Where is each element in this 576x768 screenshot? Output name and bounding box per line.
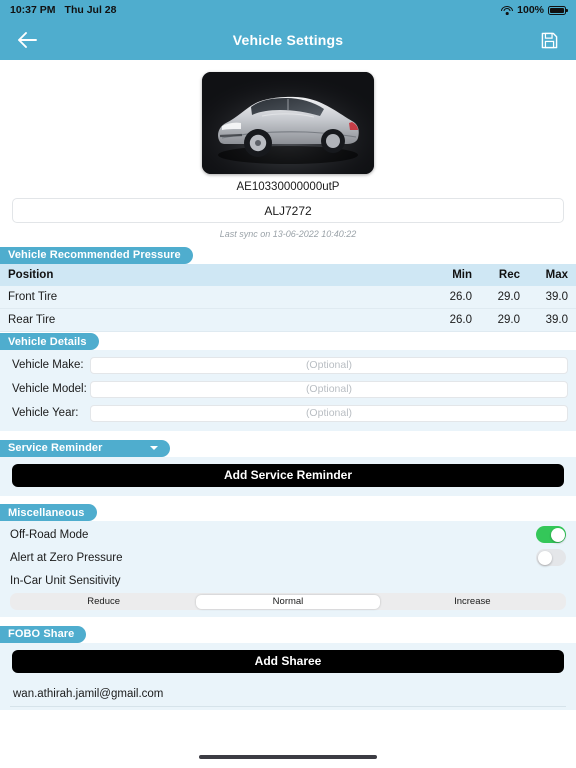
sharee-list: wan.athirah.jamil@gmail.com jkwong@salut… [0,681,576,711]
label-vehicle-year: Vehicle Year: [12,407,79,419]
status-bar-left: 10:37 PM Thu Jul 28 [10,4,116,16]
sensitivity-control-wrapper: Reduce Normal Increase [0,592,576,617]
back-arrow-icon[interactable] [14,27,40,53]
table-row[interactable]: Rear Tire 26.0 29.0 39.0 [0,308,576,331]
field-row-vehicle-make: Vehicle Make: [6,355,570,375]
label-vehicle-model: Vehicle Model: [12,383,87,395]
row-off-road-mode: Off-Road Mode [0,523,576,546]
section-title-service-reminder: Service Reminder [8,442,103,454]
add-service-reminder-button[interactable]: Add Service Reminder [12,463,564,487]
field-row-vehicle-model: Vehicle Model: [6,379,570,399]
column-header-max: Max [528,263,576,286]
page-title: Vehicle Settings [232,32,344,48]
service-reminder-body: Add Service Reminder [0,456,576,496]
cell-rec: 29.0 [497,313,520,326]
segment-normal[interactable]: Normal [195,594,381,609]
settings-scroll-area[interactable]: AE10330000000utP Last sync on 13-06-2022… [0,60,576,710]
vehicle-model-input[interactable] [90,380,568,398]
home-indicator-area [0,710,576,768]
nav-bar: Vehicle Settings [0,20,576,60]
vehicle-make-input[interactable] [90,356,568,374]
miscellaneous-section: Miscellaneous Off-Road Mode Alert at Zer… [0,503,576,617]
battery-full-icon [548,5,568,15]
last-sync-label: Last sync on 13-06-2022 10:40:22 [219,229,357,239]
list-item[interactable]: wan.athirah.jamil@gmail.com [10,682,566,707]
column-header-position: Position [0,263,432,286]
field-row-vehicle-year: Vehicle Year: [6,403,570,423]
device-id-label: AE10330000000utP [236,181,340,193]
vehicle-plate-input[interactable] [12,198,564,223]
status-date: Thu Jul 28 [64,4,117,16]
table-header-row: Position Min Rec Max [0,263,576,286]
section-header-details: Vehicle Details [0,333,99,350]
label-off-road-mode: Off-Road Mode [10,528,89,541]
fobo-share-section: FOBO Share Add Sharee wan.athirah.jamil@… [0,624,576,710]
miscellaneous-body: Off-Road Mode Alert at Zero Pressure In-… [0,521,576,592]
status-time: 10:37 PM [10,4,56,16]
home-indicator[interactable] [199,755,377,759]
plate-field-wrapper [0,193,576,223]
cell-position: Front Tire [8,290,58,303]
section-header-service-reminder[interactable]: Service Reminder [0,439,170,457]
chevron-down-icon[interactable] [150,446,158,450]
section-header-miscellaneous: Miscellaneous [0,504,97,521]
table-row[interactable]: Front Tire 26.0 29.0 39.0 [0,285,576,308]
segment-increase[interactable]: Increase [380,595,564,609]
label-in-car-unit-sensitivity: In-Car Unit Sensitivity [10,574,121,587]
floppy-disk-save-icon[interactable] [536,27,562,53]
column-header-min: Min [432,263,480,286]
fobo-share-body: Add Sharee [0,642,576,682]
column-header-rec: Rec [480,263,528,286]
cell-min: 26.0 [449,290,472,303]
section-header-pressure: Vehicle Recommended Pressure [0,246,193,264]
section-title-miscellaneous: Miscellaneous [8,506,85,519]
vehicle-year-input[interactable] [90,404,568,422]
status-bar: 10:37 PM Thu Jul 28 100% [0,0,576,20]
wifi-icon [501,5,514,15]
label-alert-zero-pressure: Alert at Zero Pressure [10,551,123,564]
row-sensitivity-label: In-Car Unit Sensitivity [0,569,576,592]
section-title-details: Vehicle Details [8,335,87,348]
spacer [0,617,576,624]
cell-rec: 29.0 [497,290,520,303]
vehicle-photo [202,72,374,174]
cell-max: 39.0 [545,313,568,326]
app-screen: 10:37 PM Thu Jul 28 100% Vehicle Setting… [0,0,576,768]
sensitivity-segmented-control[interactable]: Reduce Normal Increase [10,593,566,610]
status-bar-right: 100% [501,4,568,16]
add-sharee-button[interactable]: Add Sharee [12,649,564,673]
vehicle-details-form: Vehicle Make: Vehicle Model: Vehicle Yea… [0,350,576,431]
alert-zero-pressure-toggle[interactable] [536,549,566,566]
row-alert-zero-pressure: Alert at Zero Pressure [0,546,576,569]
spacer [0,431,576,438]
label-vehicle-make: Vehicle Make: [12,359,84,371]
cell-position: Rear Tire [8,313,56,326]
section-title-fobo-share: FOBO Share [8,628,75,640]
cell-max: 39.0 [545,290,568,303]
segment-reduce[interactable]: Reduce [12,595,196,609]
vehicle-recommended-pressure-section: Vehicle Recommended Pressure Position Mi… [0,245,576,332]
service-reminder-section: Service Reminder Add Service Reminder [0,438,576,496]
spacer [0,495,576,503]
off-road-mode-toggle[interactable] [536,526,566,543]
cell-min: 26.0 [449,313,472,326]
vehicle-hero: AE10330000000utP Last sync on 13-06-2022… [0,60,576,245]
pressure-table: Position Min Rec Max Front Tire 26.0 29.… [0,263,576,332]
section-title-pressure: Vehicle Recommended Pressure [8,249,181,261]
section-header-fobo-share: FOBO Share [0,625,87,643]
battery-percent-label: 100% [517,4,544,16]
list-item[interactable]: jkwong@salutica.com.my [10,707,566,711]
vehicle-details-section: Vehicle Details Vehicle Make: Vehicle Mo… [0,332,576,431]
